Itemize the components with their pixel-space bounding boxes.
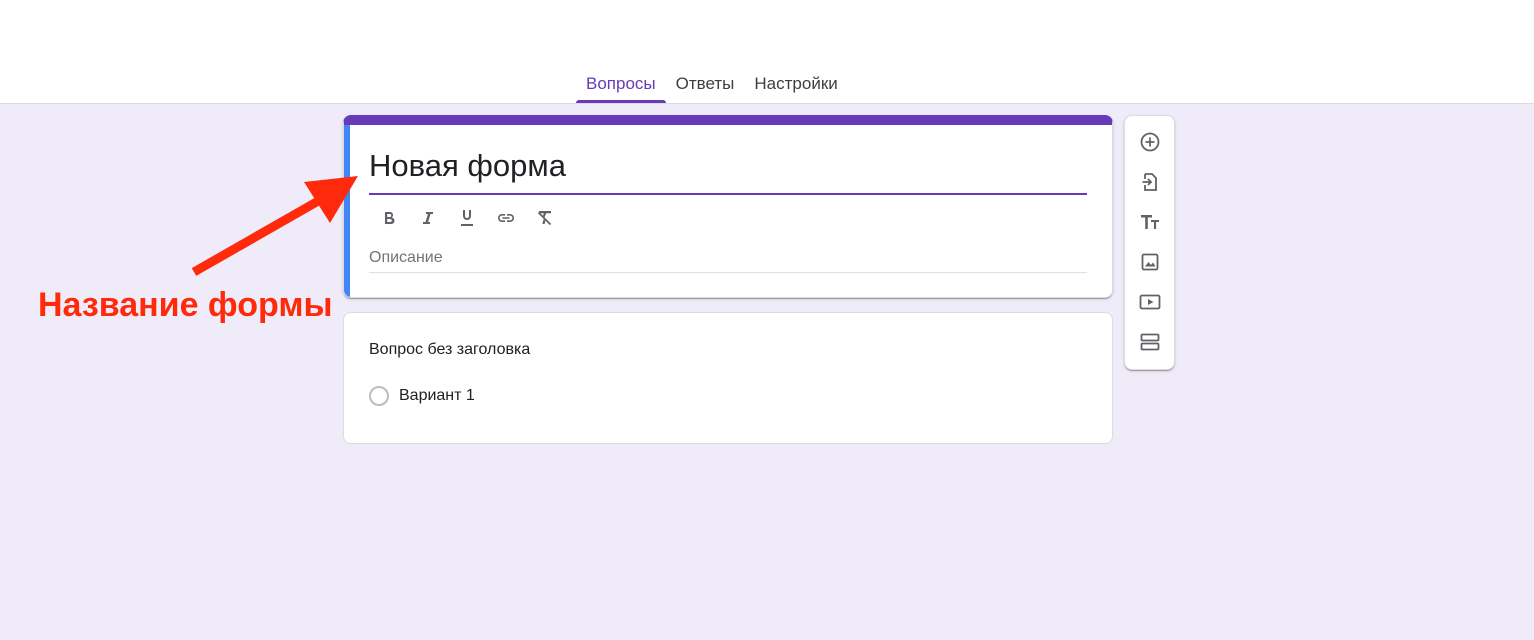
top-bar: Вопросы Ответы Настройки <box>0 0 1534 104</box>
question-card[interactable]: Вопрос без заголовка Вариант 1 <box>343 312 1113 444</box>
form-title-card[interactable]: Новая форма Описание <box>343 115 1113 298</box>
import-questions-icon[interactable] <box>1137 169 1163 195</box>
add-image-icon[interactable] <box>1137 249 1163 275</box>
add-question-icon[interactable] <box>1137 129 1163 155</box>
question-title[interactable]: Вопрос без заголовка <box>369 339 530 361</box>
tab-questions[interactable]: Вопросы <box>576 66 666 103</box>
tab-answers[interactable]: Ответы <box>666 66 745 103</box>
add-title-icon[interactable] <box>1137 209 1163 235</box>
italic-icon[interactable] <box>416 206 440 230</box>
clear-format-icon[interactable] <box>533 206 557 230</box>
option-item: Вариант 1 <box>369 385 475 407</box>
add-video-icon[interactable] <box>1137 289 1163 315</box>
radio-button[interactable] <box>369 386 389 406</box>
bold-icon[interactable] <box>377 206 401 230</box>
side-toolbar <box>1124 115 1175 370</box>
tab-settings[interactable]: Настройки <box>744 66 847 103</box>
add-section-icon[interactable] <box>1137 329 1163 355</box>
option-label: Вариант 1 <box>399 387 475 404</box>
formatting-toolbar <box>377 203 557 233</box>
form-title-input[interactable]: Новая форма <box>369 147 1087 195</box>
link-icon[interactable] <box>494 206 518 230</box>
annotation-label: Название формы <box>38 286 333 324</box>
annotation-arrow-icon <box>191 176 358 276</box>
tab-bar: Вопросы Ответы Настройки <box>576 66 848 103</box>
form-description-input[interactable]: Описание <box>369 245 1087 273</box>
underline-icon[interactable] <box>455 206 479 230</box>
